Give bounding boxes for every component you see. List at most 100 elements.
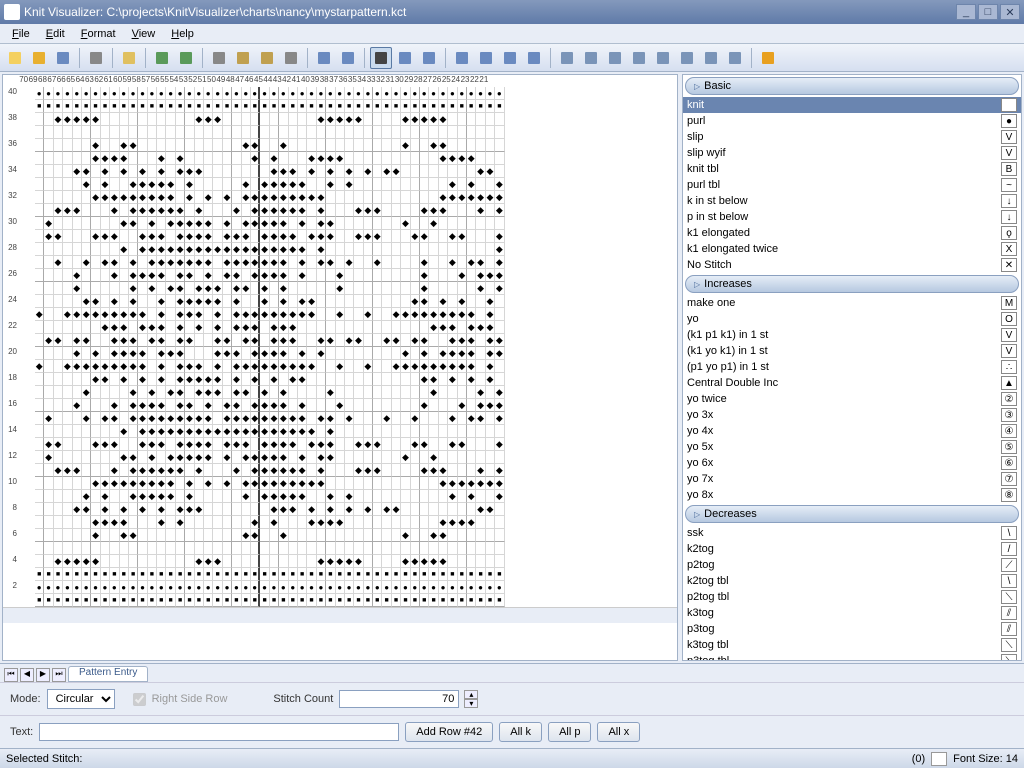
align-left-button[interactable] (451, 47, 473, 69)
mode-select[interactable]: Circular (47, 689, 115, 709)
print-button[interactable] (85, 47, 107, 69)
menu-help[interactable]: Help (163, 26, 202, 42)
stitch-no-stitch[interactable]: No Stitch✕ (683, 257, 1021, 273)
stitch-label: k1 elongated twice (687, 243, 1001, 255)
app-icon (4, 4, 20, 20)
stitch-label: p in st below (687, 211, 1001, 223)
stitch-central-double-inc[interactable]: Central Double Inc▲ (683, 375, 1021, 391)
stitch-k-in-st-below[interactable]: k in st below↓ (683, 193, 1021, 209)
paste-button[interactable] (256, 47, 278, 69)
stitch-k1-elongated[interactable]: k1 elongatedϙ (683, 225, 1021, 241)
stitch-purl-tbl[interactable]: purl tbl~ (683, 177, 1021, 193)
group-decreases[interactable]: ▷Decreases (685, 505, 1019, 523)
all-k-button[interactable]: All k (499, 722, 542, 742)
stitch-p3tog-tbl[interactable]: p3tog tbl⟍ (683, 653, 1021, 661)
stitch-yo-6x[interactable]: yo 6x⑥ (683, 455, 1021, 471)
stitch-k2tog-tbl[interactable]: k2tog tbl\ (683, 573, 1021, 589)
open-button[interactable] (28, 47, 50, 69)
maximize-button[interactable]: □ (978, 4, 998, 20)
stitch-yo-3x[interactable]: yo 3x③ (683, 407, 1021, 423)
group-basic[interactable]: ▷Basic (685, 77, 1019, 95)
stitch-p-in-st-below[interactable]: p in st below↓ (683, 209, 1021, 225)
stitch-symbol: ↓ (1001, 210, 1017, 224)
stitch-p2tog[interactable]: p2tog⟋ (683, 557, 1021, 573)
zoom-in-button[interactable] (313, 47, 335, 69)
grid-a-button[interactable] (556, 47, 578, 69)
tab-next[interactable]: ▶ (36, 668, 50, 682)
tab-pattern-entry[interactable]: Pattern Entry (68, 666, 148, 682)
stitch-k3tog-tbl[interactable]: k3tog tbl⟍ (683, 637, 1021, 653)
redo-button[interactable] (175, 47, 197, 69)
stitch-label: (p1 yo p1) in 1 st (687, 361, 1001, 373)
text-input[interactable] (39, 723, 399, 741)
grid-d-button[interactable] (628, 47, 650, 69)
menu-view[interactable]: View (124, 26, 164, 42)
stitch-ssk[interactable]: ssk\ (683, 525, 1021, 541)
align-center-button[interactable] (475, 47, 497, 69)
menu-edit[interactable]: Edit (38, 26, 73, 42)
insert-col-button[interactable] (394, 47, 416, 69)
stitch-symbol: ϙ (1001, 226, 1017, 240)
cut-button[interactable] (208, 47, 230, 69)
tab-last[interactable]: ⏭ (52, 668, 66, 682)
stitch-symbol: V (1001, 328, 1017, 342)
align-just-button[interactable] (523, 47, 545, 69)
stitch-count-up[interactable]: ▴ (464, 690, 478, 699)
stitch-knit[interactable]: knit (683, 97, 1021, 113)
stitch-count-input[interactable] (339, 690, 459, 708)
stitch-k1-elongated-twice[interactable]: k1 elongated twiceX (683, 241, 1021, 257)
grid-g-button[interactable] (700, 47, 722, 69)
stitch-(p1-yo-p1)-in-1-st[interactable]: (p1 yo p1) in 1 st∴ (683, 359, 1021, 375)
stitch-yo-4x[interactable]: yo 4x④ (683, 423, 1021, 439)
minimize-button[interactable]: _ (956, 4, 976, 20)
stitch-p2tog-tbl[interactable]: p2tog tbl⟍ (683, 589, 1021, 605)
stitch-make-one[interactable]: make oneM (683, 295, 1021, 311)
stitch-p3tog[interactable]: p3tog⫽ (683, 621, 1021, 637)
pencil-button[interactable] (757, 47, 779, 69)
new-button[interactable] (4, 47, 26, 69)
stitch-(k1-yo-k1)-in-1-st[interactable]: (k1 yo k1) in 1 stV (683, 343, 1021, 359)
all-p-button[interactable]: All p (548, 722, 591, 742)
add-row-button[interactable]: Add Row #42 (405, 722, 493, 742)
stitch-slip[interactable]: slipV (683, 129, 1021, 145)
insert-row-button[interactable] (418, 47, 440, 69)
stitch-purl[interactable]: purl● (683, 113, 1021, 129)
stitch-symbol: ⑧ (1001, 488, 1017, 502)
menu-format[interactable]: Format (73, 26, 124, 42)
stitch-(k1-p1-k1)-in-1-st[interactable]: (k1 p1 k1) in 1 stV (683, 327, 1021, 343)
undo-button[interactable] (151, 47, 173, 69)
stitch-yo[interactable]: yoO (683, 311, 1021, 327)
chart-pane[interactable]: 7069686766656463626160595857565554535251… (2, 74, 678, 661)
grid-c-button[interactable] (604, 47, 626, 69)
close-button[interactable]: ✕ (1000, 4, 1020, 20)
stitch-yo-8x[interactable]: yo 8x⑧ (683, 487, 1021, 503)
align-right-button[interactable] (499, 47, 521, 69)
delete-button[interactable] (280, 47, 302, 69)
stitch-yo-twice[interactable]: yo twice② (683, 391, 1021, 407)
pointer-button[interactable] (370, 47, 392, 69)
stitch-knit-tbl[interactable]: knit tblB (683, 161, 1021, 177)
grid-h-button[interactable] (724, 47, 746, 69)
ruler-horizontal: 7069686766656463626160595857565554535251… (3, 75, 677, 87)
stitch-count-down[interactable]: ▾ (464, 699, 478, 708)
copy-button[interactable] (232, 47, 254, 69)
grid-f-button[interactable] (676, 47, 698, 69)
stitch-slip-wyif[interactable]: slip wyifV (683, 145, 1021, 161)
stitch-yo-7x[interactable]: yo 7x⑦ (683, 471, 1021, 487)
group-increases[interactable]: ▷Increases (685, 275, 1019, 293)
all-x-button[interactable]: All x (597, 722, 640, 742)
scrollbar-horizontal[interactable] (3, 607, 677, 623)
grid-b-button[interactable] (580, 47, 602, 69)
stitch-symbol: ⟍ (1001, 590, 1017, 604)
zoom-out-button[interactable] (337, 47, 359, 69)
menu-file[interactable]: File (4, 26, 38, 42)
stitch-yo-5x[interactable]: yo 5x⑤ (683, 439, 1021, 455)
tab-first[interactable]: ⏮ (4, 668, 18, 682)
stitch-k3tog[interactable]: k3tog⫽ (683, 605, 1021, 621)
save-button[interactable] (52, 47, 74, 69)
properties-button[interactable] (118, 47, 140, 69)
chart-grid[interactable] (35, 87, 505, 607)
grid-e-button[interactable] (652, 47, 674, 69)
stitch-k2tog[interactable]: k2tog/ (683, 541, 1021, 557)
tab-prev[interactable]: ◀ (20, 668, 34, 682)
